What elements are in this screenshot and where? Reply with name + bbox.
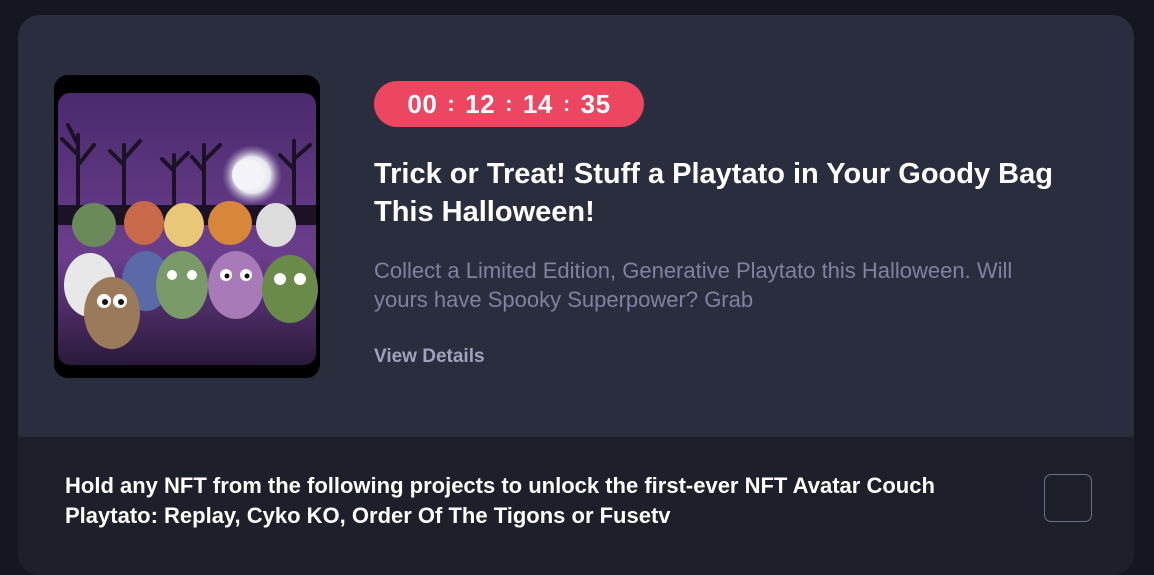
timer-separator: :: [447, 91, 456, 116]
timer-separator: :: [562, 91, 571, 116]
unlock-requirement-text: Hold any NFT from the following projects…: [65, 473, 935, 528]
event-description: Collect a Limited Edition, Generative Pl…: [374, 258, 1013, 312]
event-title: Trick or Treat! Stuff a Playtato in Your…: [374, 158, 1053, 228]
unlock-footer: Hold any NFT from the following projects…: [18, 437, 1134, 575]
view-details-link[interactable]: View Details: [374, 346, 485, 368]
event-image[interactable]: [54, 75, 320, 378]
timer-seconds: 14: [522, 88, 553, 119]
timer-separator: :: [505, 91, 513, 116]
unlock-checkbox[interactable]: [1044, 474, 1092, 522]
halloween-artwork-icon: [54, 75, 320, 378]
countdown-timer: 00 : 12 : 14 : 35: [374, 81, 644, 127]
timer-frames: 35: [580, 88, 611, 119]
timer-minutes: 12: [465, 88, 496, 119]
timer-hours: 00: [407, 88, 438, 119]
event-card: 00 : 12 : 14 : 35 Trick or Treat! Stuff …: [18, 15, 1134, 575]
